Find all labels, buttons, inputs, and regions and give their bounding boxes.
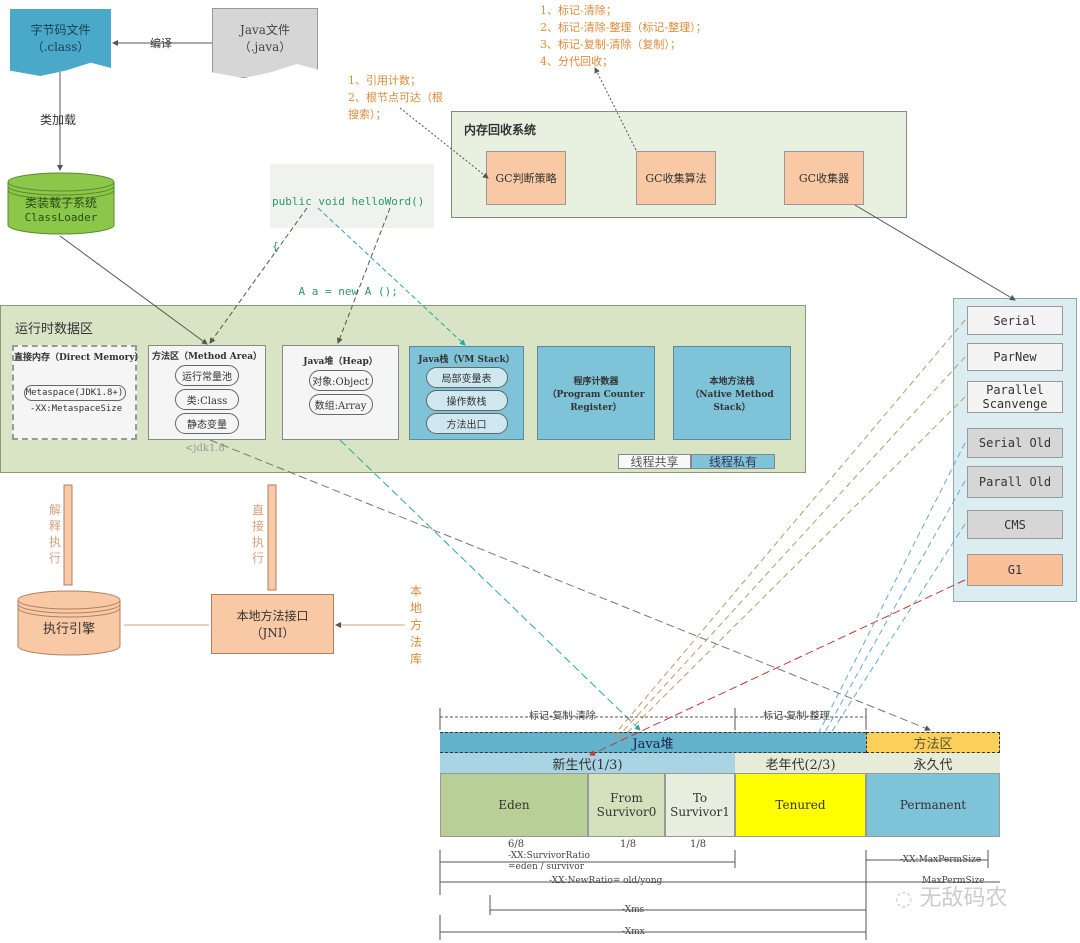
runtime-data-area: 运行时数据区 直接内存（Direct Memory） Metaspace(JDK…: [0, 305, 806, 473]
vm-stack-item: 操作数栈: [425, 390, 508, 411]
metaspace-size-note: -XX:MetaspaceSize: [30, 404, 123, 414]
legend-private: 线程私有: [691, 454, 775, 469]
eden-ratio: 6/8: [508, 839, 525, 850]
gc-algorithm-note: 1、标记-清除； 2、标记-清除-整理（标记-整理）； 3、标记-复制-清除（复…: [540, 4, 707, 68]
gc-strategy-box: GC判断策略: [486, 151, 566, 205]
java-file-ext: （.java）: [238, 40, 292, 54]
direct-memory-box: 直接内存（Direct Memory） Metaspace(JDK1.8+) -…: [12, 345, 144, 440]
vm-stack-box: Java栈（VM Stack） 局部变量表 操作数栈 方法出口: [409, 346, 524, 440]
xmx-label: -Xmx: [618, 927, 649, 937]
watermark: ◌ 无敌码农: [895, 886, 1008, 911]
eden-cell: Eden: [440, 773, 588, 837]
method-area-band: 方法区: [866, 732, 1000, 753]
jni-box: 本地方法接口 （JNI）: [211, 594, 334, 654]
collector-serial: Serial: [967, 306, 1063, 335]
heap-box: Java堆（Heap） 对象:Object 数组:Array: [282, 345, 399, 440]
g1-arrow: [589, 579, 966, 756]
wechat-icon: ◌: [895, 886, 913, 910]
survivor-ratio-label: -XX:SurvivorRatio =eden / survivor: [508, 851, 590, 873]
method-area-permanent-arrow: [209, 439, 931, 731]
serialold-arrow: [809, 442, 966, 751]
gc-system-panel: 内存回收系统 GC判断策略 GC收集算法 GC收集器: [451, 111, 907, 218]
code-line: {: [272, 240, 279, 253]
collector-parallel-old: Parall Old: [967, 466, 1063, 498]
runtime-title: 运行时数据区: [15, 322, 94, 337]
execution-engine-cylinder: 执行引擎: [17, 590, 121, 656]
program-counter-box: 程序计数器 （Program Counter Register）: [537, 346, 655, 440]
class-file-shape: 字节码文件 （.class）: [10, 9, 111, 76]
heap-item: 数组:Array: [308, 394, 373, 415]
class-file-title: 字节码文件: [30, 22, 91, 37]
java-heap-band: Java堆: [440, 732, 866, 753]
native-lib-label: 本地方法库: [410, 584, 423, 666]
interpret-fat-arrow: [63, 484, 73, 586]
gc-strategy-note: 1、引用计数； 2、根节点可达（根 搜索）；: [348, 74, 443, 121]
collector-serial-old: Serial Old: [967, 428, 1063, 458]
collector-g1: G1: [967, 554, 1063, 586]
permanent-cell: Permanent: [866, 773, 1000, 837]
code-line: public void helloWord(): [272, 195, 425, 208]
gc-collector-box: GC收集器: [784, 151, 864, 205]
heap-title: Java堆（Heap）: [303, 357, 378, 367]
gc-algorithm-box: GC收集算法: [636, 151, 716, 205]
method-area-item: 类:Class: [175, 389, 239, 410]
tenured-cell: Tenured: [735, 773, 866, 837]
collector-panel-arrow: [854, 204, 1016, 301]
from-survivor-cell: From Survivor0: [588, 773, 665, 837]
to-survivor-cell: To Survivor1: [665, 773, 735, 837]
parallold-arrow: [814, 480, 966, 751]
to-ratio: 1/8: [690, 839, 707, 850]
direct-memory-title: 直接内存（Direct Memory）: [14, 353, 144, 363]
cms-arrow: [819, 523, 966, 751]
young-algo-label: 标记-复制-清除: [526, 707, 599, 722]
old-gen-band: 老年代(2/3): [735, 753, 866, 773]
class-file-ext: （.class）: [31, 39, 90, 54]
collector-parallel-scavenge: Parallel Scanvenge: [967, 381, 1063, 413]
gc-system-title: 内存回收系统: [464, 123, 537, 137]
method-area-item: 静态变量: [175, 413, 239, 434]
method-area-box: 方法区（Method Area） 运行常量池 类:Class 静态变量: [148, 345, 266, 440]
compile-label: 编译: [148, 35, 174, 51]
method-area-item: 运行常量池: [175, 365, 239, 386]
execution-engine-label: 执行引擎: [42, 622, 95, 637]
xms-label: -Xms: [618, 905, 649, 915]
direct-exec-label: 直接执行: [252, 503, 265, 565]
metaspace-pill: Metaspace(JDK1.8+): [23, 385, 126, 401]
classloader-name: ClassLoader: [24, 211, 98, 224]
heap-item: 对象:Object: [308, 370, 373, 391]
native-method-stack-box: 本地方法栈 （Native Method Stack）: [673, 346, 791, 440]
classloader-cylinder: 类装载子系统 ClassLoader: [7, 172, 115, 235]
classloader-title: 类装载子系统: [24, 196, 97, 210]
vm-stack-title: Java栈（VM Stack）: [418, 355, 515, 365]
new-ratio-label: -XX:NewRatio= old/yong: [545, 876, 667, 886]
class-load-label: 类加载: [40, 111, 77, 128]
code-snippet: public void helloWord() { A a = new A ()…: [270, 164, 434, 343]
method-area-title: 方法区（Method Area）: [151, 352, 263, 362]
vm-stack-item: 局部变量表: [425, 367, 508, 388]
young-gen-band: 新生代(1/3): [440, 753, 735, 773]
collector-cms: CMS: [967, 510, 1063, 539]
vm-stack-item: 方法出口: [425, 413, 508, 434]
old-algo-label: 标记-复制-整理: [760, 707, 833, 722]
direct-fat-arrow: [267, 484, 277, 591]
from-ratio: 1/8: [620, 839, 637, 850]
heap-young-arrow: [339, 439, 641, 731]
perm-gen-band: 永久代: [866, 753, 1000, 773]
java-file-title: Java文件: [240, 23, 290, 37]
collector-parnew: ParNew: [967, 343, 1063, 371]
code-line: A a = new A ();: [272, 285, 398, 298]
interpret-label: 解释执行: [49, 503, 62, 565]
java-file-shape: Java文件 （.java）: [212, 8, 318, 78]
legend-shared: 线程共享: [618, 454, 691, 469]
jdk-version-note: <jdk1.8: [185, 443, 225, 454]
max-perm-size-label: -XX:MaxPermSize: [898, 855, 984, 865]
